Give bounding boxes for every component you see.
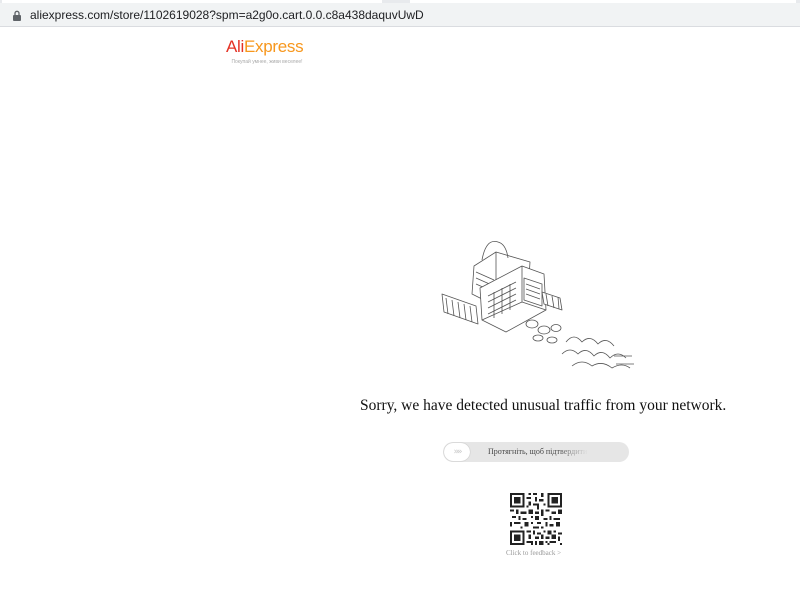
slider-label: Протягніть, щоб підтвердити bbox=[488, 447, 588, 456]
logo-express: Express bbox=[244, 37, 304, 56]
url-text[interactable]: aliexpress.com/store/1102619028?spm=a2g0… bbox=[30, 8, 424, 22]
address-bar[interactable]: aliexpress.com/store/1102619028?spm=a2g0… bbox=[0, 3, 800, 27]
robot-vehicle-illustration bbox=[441, 241, 634, 369]
unusual-traffic-message: Sorry, we have detected unusual traffic … bbox=[360, 397, 727, 414]
slider-arrows-icon[interactable]: »» bbox=[444, 443, 470, 461]
captcha-slider-track[interactable]: »» Протягніть, щоб підтвердити bbox=[443, 442, 629, 462]
lock-icon[interactable] bbox=[12, 10, 22, 21]
logo-ali: Ali bbox=[226, 37, 244, 56]
aliexpress-logo[interactable]: AliExpress bbox=[226, 37, 304, 57]
logo-tagline: Покупай умнее, живи веселее! bbox=[231, 59, 303, 65]
qr-code-icon[interactable] bbox=[510, 493, 562, 545]
feedback-link[interactable]: Click to feedback > bbox=[506, 549, 561, 557]
